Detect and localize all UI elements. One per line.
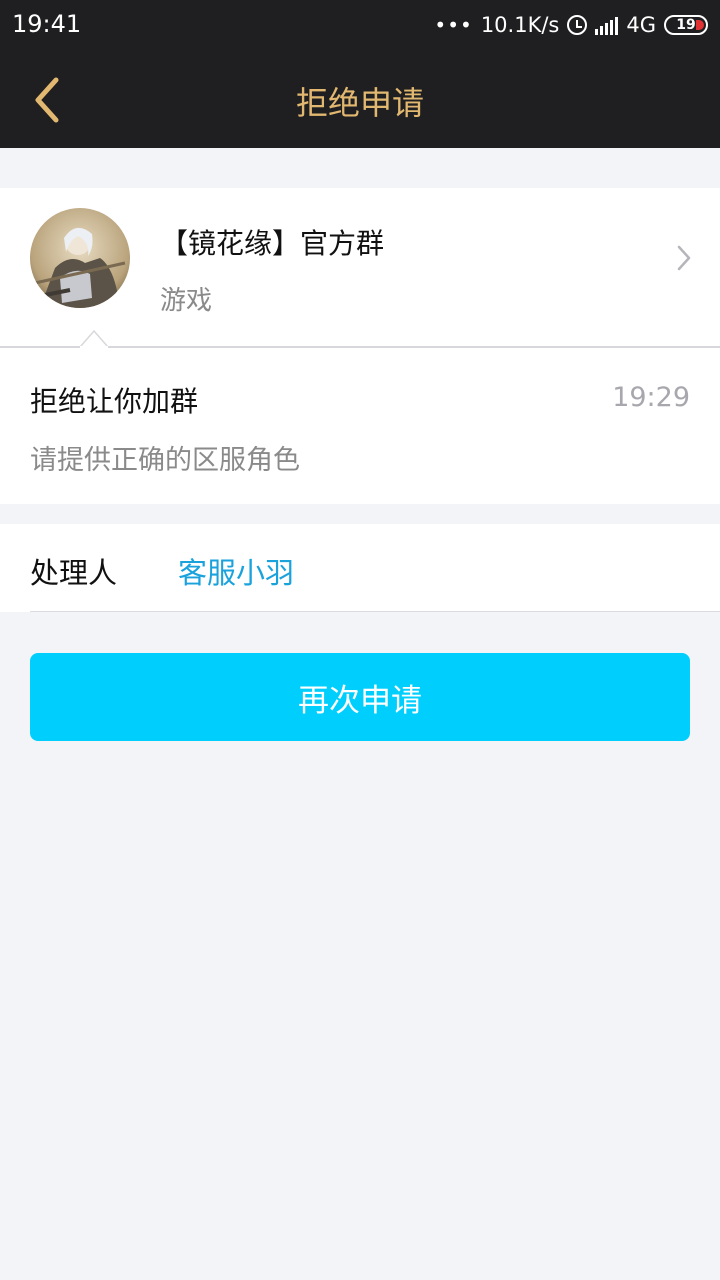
notification-dots: ••• xyxy=(434,13,473,37)
message-title: 拒绝让你加群 xyxy=(30,385,199,418)
rejection-message: 拒绝让你加群 19:29 请提供正确的区服角色 xyxy=(0,348,720,504)
alarm-icon xyxy=(567,15,588,35)
chevron-right-icon xyxy=(677,245,691,271)
page-title: 拒绝申请 xyxy=(295,84,424,122)
status-indicators: ••• 10.1K/s 4G 19 xyxy=(434,10,708,40)
message-detail: 请提供正确的区服角色 xyxy=(30,445,300,476)
reapply-button[interactable]: 再次申请 xyxy=(30,653,690,741)
battery-icon: 19 xyxy=(664,15,708,35)
handler-row: 处理人 客服小羽 xyxy=(0,524,720,612)
signal-icon xyxy=(595,15,619,35)
group-card[interactable]: 【镜花缘】官方群 游戏 xyxy=(0,188,720,347)
status-bar: 19:41 ••• 10.1K/s 4G 19 xyxy=(0,0,720,52)
handler-divider xyxy=(30,611,720,612)
network-type: 4G xyxy=(626,13,656,37)
handler-name-link[interactable]: 客服小羽 xyxy=(178,550,294,592)
handler-label: 处理人 xyxy=(30,556,118,590)
network-speed: 10.1K/s xyxy=(480,13,560,37)
nav-bar: 拒绝申请 xyxy=(0,52,720,148)
status-time: 19:41 xyxy=(12,10,82,38)
battery-level: 19 xyxy=(676,17,696,33)
message-time: 19:29 xyxy=(612,382,690,413)
group-avatar xyxy=(30,208,130,308)
group-name: 【镜花缘】官方群 xyxy=(160,227,385,260)
group-category: 游戏 xyxy=(160,286,213,316)
pointer-notch xyxy=(80,329,108,348)
